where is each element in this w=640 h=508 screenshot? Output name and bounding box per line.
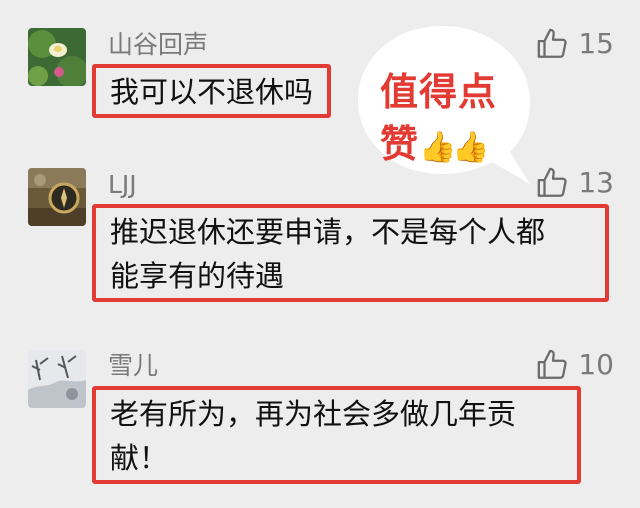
thumbs-up-emoji-icon: 👍👍 [419,130,490,165]
lotus-avatar-image [28,28,86,86]
username[interactable]: LJJ [108,170,137,200]
callout-line-1: 值得点 [380,70,498,114]
username[interactable]: 山谷回声 [108,30,208,60]
comment-text-highlighted: 推迟退休还要申请，不是每个人都 能享有的待遇 [92,204,609,302]
comment-text-line: 能享有的待遇 [110,259,285,293]
avatar-compass[interactable] [28,168,86,226]
comment-text-highlighted: 老有所为，再为社会多做几年贡 献！ [92,386,581,484]
comment-text-line: 献！ [110,441,169,475]
like-count: 13 [578,166,614,199]
thumbs-up-icon [538,167,567,197]
snow-avatar-image [28,350,86,408]
avatar-snow[interactable] [28,350,86,408]
comment-text-highlighted: 我可以不退休吗 [92,64,332,118]
like-button[interactable]: 15 [536,27,614,61]
callout-line-2: 赞👍👍 [380,122,490,166]
callout-text: 值得点 赞👍👍 [380,66,530,174]
like-button[interactable]: 13 [536,166,614,200]
comment-text-line: 老有所为，再为社会多做几年贡 [110,397,517,431]
callout-bubble: 值得点 赞👍👍 [352,20,542,190]
thumbs-up-icon [538,349,567,379]
username[interactable]: 雪儿 [108,351,158,381]
avatar-lotus[interactable] [28,28,86,86]
like-count: 15 [578,27,614,60]
compass-avatar-image [28,168,86,226]
like-button[interactable]: 10 [536,348,614,382]
like-count: 10 [578,348,614,381]
comment-text-line: 我可以不退休吗 [110,75,314,109]
comment-text-line: 推迟退休还要申请，不是每个人都 [110,215,546,249]
